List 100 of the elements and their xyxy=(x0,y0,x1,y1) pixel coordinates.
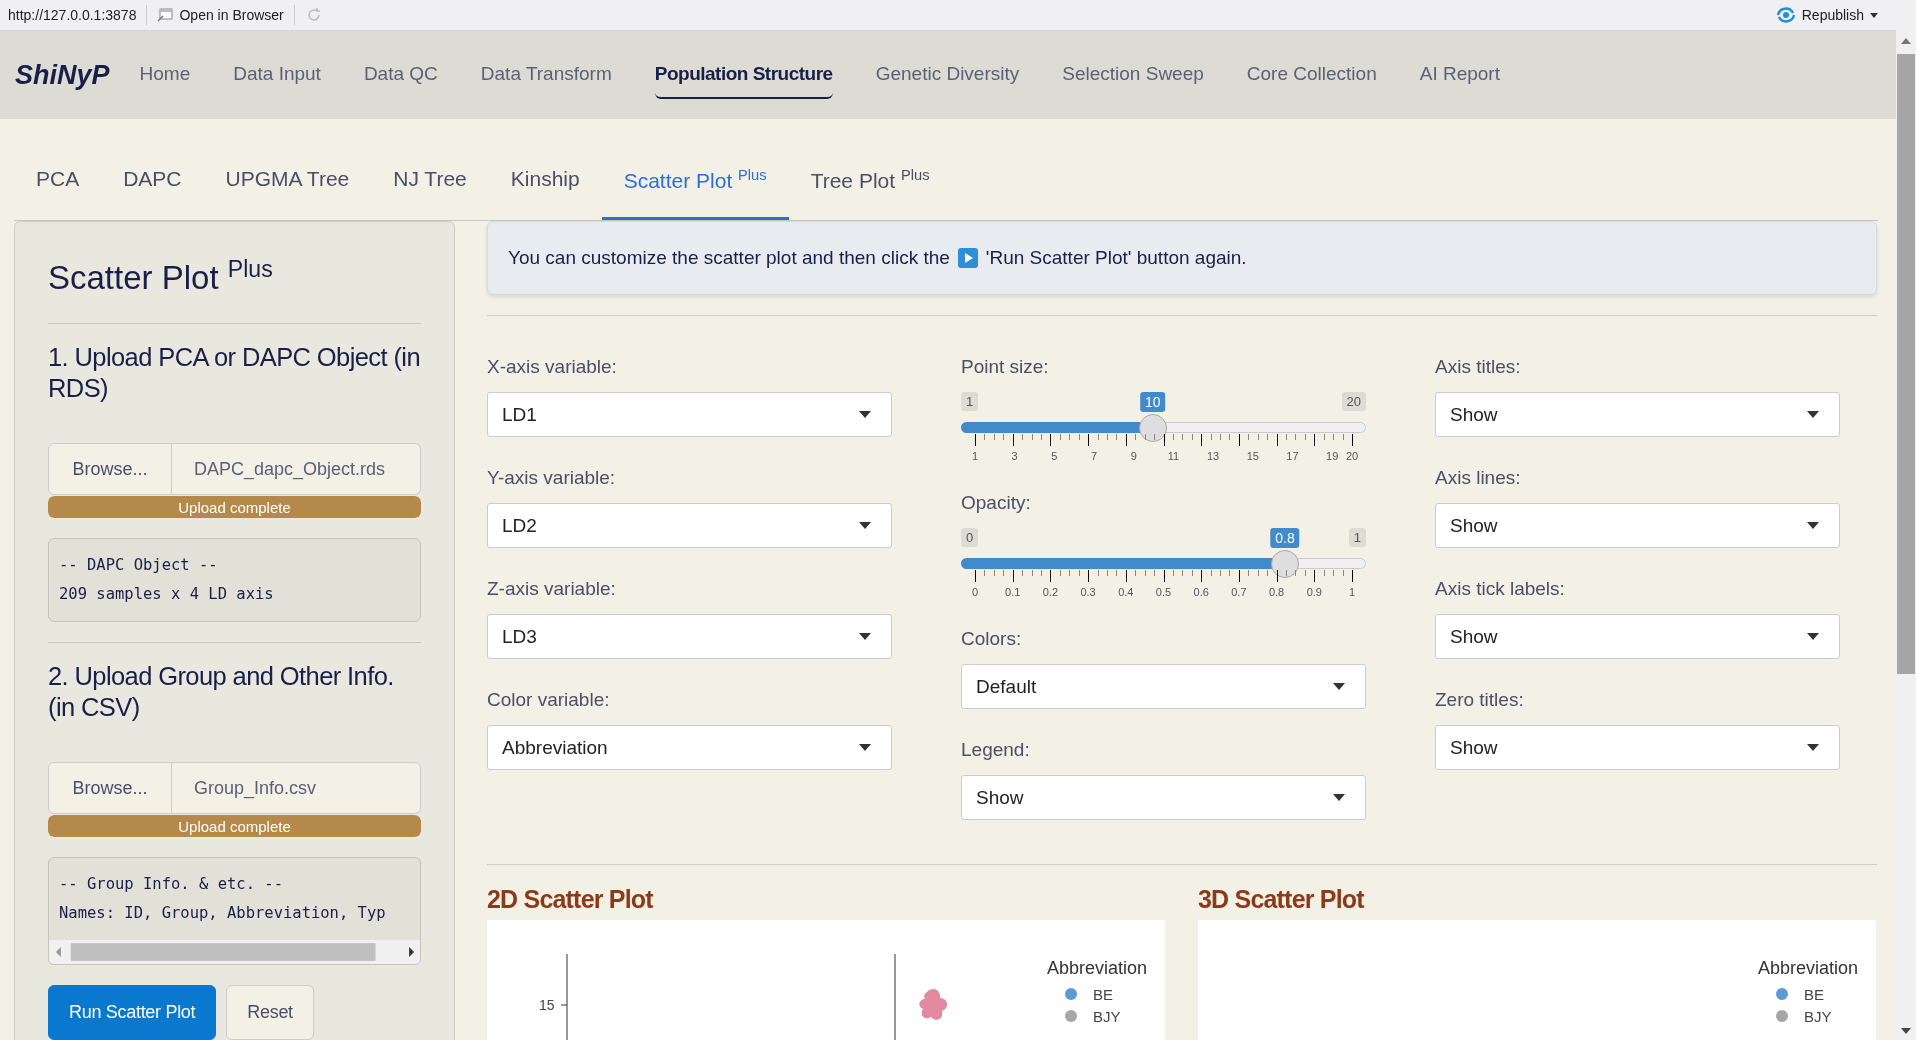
tick-label: 20 xyxy=(1345,450,1359,462)
nav-item[interactable]: Genetic Diversity xyxy=(875,51,1020,99)
slider-label: Point size: xyxy=(961,356,1050,378)
select-field[interactable]: Show xyxy=(1435,614,1840,659)
nav-item[interactable]: Home xyxy=(139,51,191,99)
tick-label: 0.1 xyxy=(1005,586,1021,598)
tick-label: 0.3 xyxy=(1080,586,1096,598)
select-field[interactable]: Show xyxy=(1435,503,1840,548)
field-label: Axis titles: xyxy=(1435,356,1522,378)
horizontal-scrollbar[interactable] xyxy=(49,940,420,965)
browse-button[interactable]: Browse... xyxy=(48,443,172,496)
slider-value: 0.8 xyxy=(1270,528,1300,548)
file-name-field[interactable]: DAPC_dapc_Object.rds xyxy=(172,443,421,496)
progress-fill: Upload complete xyxy=(48,496,421,519)
tick-label: 15 xyxy=(1246,450,1259,462)
plot-title: 2D Scatter Plot xyxy=(487,885,655,914)
nav-item[interactable]: Data Transform xyxy=(480,51,612,99)
tick-label: 17 xyxy=(1286,450,1299,462)
slider-value: 10 xyxy=(1140,392,1166,412)
info-text: 'Run Scatter Plot' button again. xyxy=(985,247,1247,269)
field-label: Colors: xyxy=(961,628,1023,650)
tab[interactable]: UPGMA Tree xyxy=(203,131,372,220)
browse-button[interactable]: Browse... xyxy=(48,762,172,815)
tick-label: 1 xyxy=(1348,586,1356,598)
slider-label: Opacity: xyxy=(961,492,1032,514)
tab[interactable]: Tree Plot $^{Plus}$ xyxy=(788,131,952,220)
tick-label: 0.9 xyxy=(1306,586,1322,598)
slider-track[interactable] xyxy=(961,414,1366,442)
panel-title: Scatter Plot $^{Plus}$ xyxy=(48,256,274,297)
point-cluster xyxy=(919,989,948,1020)
select-field[interactable]: Abbreviation xyxy=(487,725,892,770)
section-heading: 1. Upload PCA or DAPC Object (in RDS) xyxy=(48,342,421,404)
tick-label: 0 xyxy=(971,586,979,598)
open-browser-button[interactable]: Open in Browser xyxy=(157,7,284,23)
slider-thumb[interactable] xyxy=(1271,550,1299,578)
reset-button[interactable]: Reset xyxy=(226,985,314,1040)
nav-item[interactable]: Selection Sweep xyxy=(1062,51,1204,99)
select-field[interactable]: LD1 xyxy=(487,392,892,437)
progress-fill: Upload complete xyxy=(48,815,421,838)
slider-track[interactable] xyxy=(961,550,1366,578)
caret-icon xyxy=(1807,744,1819,751)
tab[interactable]: Kinship xyxy=(488,131,602,220)
tick-label: 13 xyxy=(1206,450,1220,462)
tick-label: 0.4 xyxy=(1118,586,1134,598)
output-line: Names: ID, Group, Abbreviation, Typ xyxy=(58,903,387,925)
publish-icon xyxy=(1775,7,1796,23)
run-button[interactable]: Run Scatter Plot xyxy=(48,985,217,1040)
nav-item[interactable]: AI Report xyxy=(1419,51,1500,99)
field-label: Y-axis variable: xyxy=(487,467,617,489)
field-label: Legend: xyxy=(961,739,1031,761)
max-value: 20 xyxy=(1341,392,1366,411)
file-name-field[interactable]: Group_Info.csv xyxy=(172,762,421,815)
nav-item[interactable]: Data QC xyxy=(363,51,438,99)
select-field[interactable]: Show xyxy=(1435,392,1840,437)
tab[interactable]: PCA xyxy=(14,131,102,220)
vertical-scrollbar[interactable] xyxy=(1896,30,1916,1040)
tab[interactable]: DAPC xyxy=(101,131,204,220)
tab[interactable]: NJ Tree xyxy=(371,131,489,220)
select-field[interactable]: Show xyxy=(961,775,1366,820)
caret-icon xyxy=(1807,522,1819,529)
min-value: 0 xyxy=(961,528,979,547)
tick-label: 19 xyxy=(1326,450,1339,462)
caret-icon xyxy=(1807,411,1819,418)
field-label: Color variable: xyxy=(487,689,611,711)
legend-label[interactable]: BJY xyxy=(1803,1007,1832,1025)
app-logo[interactable]: ShiNyP xyxy=(15,59,110,91)
tick-label: 0.5 xyxy=(1155,586,1172,598)
field-label: X-axis variable: xyxy=(487,356,618,378)
section-heading: 2. Upload Group and Other Info. (in CSV) xyxy=(48,661,395,723)
republish-button[interactable]: Republish xyxy=(1775,7,1878,23)
caret-icon xyxy=(1807,633,1819,640)
tick-label: 0.8 xyxy=(1268,586,1285,598)
select-field[interactable]: LD3 xyxy=(487,614,892,659)
url-text: http://127.0.0.1:3878 xyxy=(8,7,137,23)
caret-icon xyxy=(1333,683,1345,690)
select-field[interactable]: LD2 xyxy=(487,503,892,548)
caret-icon xyxy=(1333,794,1345,801)
info-text: You can customize the scatter plot and then click the xyxy=(508,247,950,269)
nav-item[interactable]: Core Collection xyxy=(1246,51,1377,99)
nav-item[interactable]: Population Structure xyxy=(654,51,833,99)
plot-title: 3D Scatter Plot xyxy=(1198,885,1366,914)
slider-thumb[interactable] xyxy=(1138,414,1167,442)
tick-label: 1 xyxy=(971,450,979,462)
legend-label[interactable]: BE xyxy=(1803,985,1824,1003)
field-label: Zero titles: xyxy=(1435,689,1525,711)
select-field[interactable]: Default xyxy=(961,664,1366,709)
tick-label: 3 xyxy=(1011,450,1018,462)
field-label: Axis tick labels: xyxy=(1435,578,1566,600)
legend-label[interactable]: BJY xyxy=(1092,1007,1121,1025)
window-icon xyxy=(157,8,174,22)
nav-item[interactable]: Data Input xyxy=(233,51,321,99)
field-label: Z-axis variable: xyxy=(487,578,617,600)
caret-icon xyxy=(859,633,871,640)
caret-icon xyxy=(859,744,871,751)
caret-icon xyxy=(1870,12,1878,18)
tick-label: 0.6 xyxy=(1193,586,1209,598)
select-field[interactable]: Show xyxy=(1435,725,1840,770)
output-line: -- Group Info. & etc. -- xyxy=(58,874,284,896)
legend-label[interactable]: BE xyxy=(1092,985,1113,1003)
output-line: -- DAPC Object -- xyxy=(58,555,219,577)
